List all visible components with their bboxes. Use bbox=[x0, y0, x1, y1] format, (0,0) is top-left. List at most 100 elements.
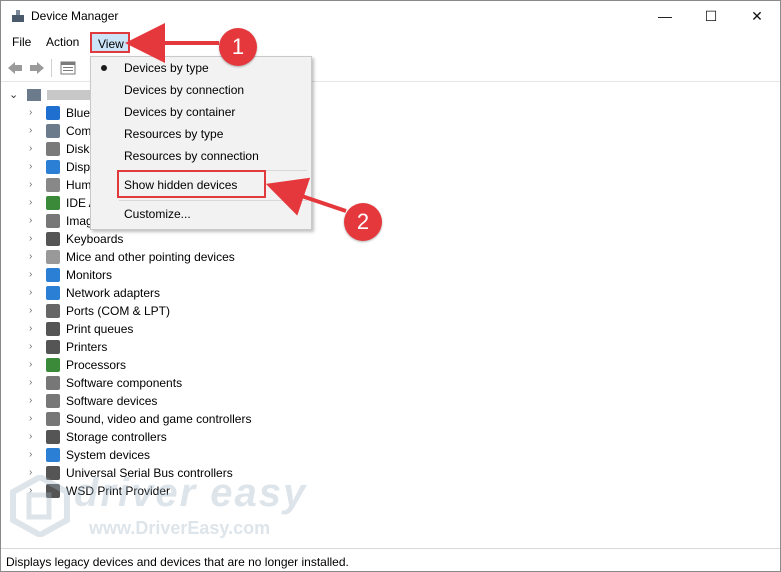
device-category-icon bbox=[46, 340, 60, 354]
tree-category-row[interactable]: › Mice and other pointing devices bbox=[1, 248, 321, 266]
device-category-icon bbox=[46, 358, 60, 372]
tree-category-label: Disp bbox=[66, 160, 91, 174]
chevron-right-icon[interactable]: › bbox=[29, 338, 39, 356]
tree-category-label: System devices bbox=[66, 448, 151, 462]
tree-category-label: Processors bbox=[66, 358, 127, 372]
device-category-icon bbox=[46, 250, 60, 264]
device-category-icon bbox=[46, 268, 60, 282]
chevron-right-icon[interactable]: › bbox=[29, 140, 39, 158]
tree-category-label: Sound, video and game controllers bbox=[66, 412, 252, 426]
chevron-right-icon[interactable]: › bbox=[29, 356, 39, 374]
device-category-icon bbox=[46, 214, 60, 228]
device-category-icon bbox=[46, 196, 60, 210]
status-bar: Displays legacy devices and devices that… bbox=[1, 548, 780, 571]
menu-item-resources-by-type[interactable]: Resources by type bbox=[124, 124, 223, 144]
menu-item-devices-by-type[interactable]: Devices by type bbox=[124, 58, 209, 78]
tree-category-label: Monitors bbox=[66, 268, 113, 282]
chevron-right-icon[interactable]: › bbox=[29, 266, 39, 284]
tree-category-label: Storage controllers bbox=[66, 430, 167, 444]
status-text: Displays legacy devices and devices that… bbox=[6, 555, 349, 569]
tree-category-label: Keyboards bbox=[66, 232, 124, 246]
step-2-badge: 2 bbox=[344, 203, 382, 241]
tree-category-label: Com bbox=[66, 124, 92, 138]
tree-category-label: Universal Serial Bus controllers bbox=[66, 466, 233, 480]
back-arrow-icon[interactable] bbox=[7, 60, 23, 76]
device-category-icon bbox=[46, 160, 60, 174]
minimize-button[interactable]: — bbox=[642, 1, 688, 31]
chevron-right-icon[interactable]: › bbox=[29, 410, 39, 428]
tree-category-label: Mice and other pointing devices bbox=[66, 250, 235, 264]
tree-category-label: Disk bbox=[66, 142, 90, 156]
device-category-icon bbox=[46, 376, 60, 390]
tree-category-row[interactable]: › WSD Print Provider bbox=[1, 482, 321, 500]
step-1-badge: 1 bbox=[219, 28, 257, 66]
forward-arrow-icon[interactable] bbox=[29, 60, 45, 76]
menu-item-resources-by-connection[interactable]: Resources by connection bbox=[124, 146, 259, 166]
menu-file[interactable]: File bbox=[12, 35, 31, 49]
tree-category-row[interactable]: › Printers bbox=[1, 338, 321, 356]
device-category-icon bbox=[46, 106, 60, 120]
device-category-icon bbox=[46, 430, 60, 444]
view-menu-dropdown: Devices by type Devices by connection De… bbox=[90, 56, 312, 230]
chevron-right-icon[interactable]: › bbox=[29, 464, 39, 482]
chevron-right-icon[interactable]: › bbox=[29, 230, 39, 248]
computer-icon bbox=[27, 89, 41, 101]
device-category-icon bbox=[46, 448, 60, 462]
device-manager-window: Device Manager — ☐ ✕ File Action Help Vi… bbox=[0, 0, 781, 572]
chevron-right-icon[interactable]: › bbox=[29, 302, 39, 320]
tree-category-row[interactable]: › Sound, video and game controllers bbox=[1, 410, 321, 428]
tree-category-row[interactable]: › Ports (COM & LPT) bbox=[1, 302, 321, 320]
chevron-right-icon[interactable]: › bbox=[29, 176, 39, 194]
title-bar: Device Manager — ☐ ✕ bbox=[1, 1, 780, 31]
chevron-right-icon[interactable]: › bbox=[29, 428, 39, 446]
properties-icon[interactable] bbox=[60, 60, 76, 76]
chevron-right-icon[interactable]: › bbox=[29, 104, 39, 122]
device-category-icon bbox=[46, 394, 60, 408]
tree-category-row[interactable]: › Network adapters bbox=[1, 284, 321, 302]
tree-category-row[interactable]: › Software devices bbox=[1, 392, 321, 410]
tree-category-label: Printers bbox=[66, 340, 108, 354]
tree-category-label: Ports (COM & LPT) bbox=[66, 304, 171, 318]
tree-category-row[interactable]: › Storage controllers bbox=[1, 428, 321, 446]
menu-help[interactable]: Help bbox=[138, 35, 163, 49]
tree-category-row[interactable]: › System devices bbox=[1, 446, 321, 464]
menu-action[interactable]: Action bbox=[46, 35, 79, 49]
chevron-right-icon[interactable]: › bbox=[29, 248, 39, 266]
menu-item-devices-by-connection[interactable]: Devices by connection bbox=[124, 80, 244, 100]
tree-category-label: Imag bbox=[66, 214, 93, 228]
device-category-icon bbox=[46, 412, 60, 426]
chevron-right-icon[interactable]: › bbox=[29, 284, 39, 302]
tree-category-label: Blue bbox=[66, 106, 91, 120]
toolbar-separator bbox=[51, 59, 52, 77]
chevron-right-icon[interactable]: › bbox=[29, 122, 39, 140]
chevron-right-icon[interactable]: › bbox=[29, 446, 39, 464]
maximize-button[interactable]: ☐ bbox=[688, 1, 734, 31]
tree-category-row[interactable]: › Universal Serial Bus controllers bbox=[1, 464, 321, 482]
chevron-right-icon[interactable]: › bbox=[29, 374, 39, 392]
device-category-icon bbox=[46, 178, 60, 192]
chevron-right-icon[interactable]: › bbox=[29, 212, 39, 230]
tree-category-label: Software devices bbox=[66, 394, 158, 408]
chevron-right-icon[interactable]: › bbox=[29, 194, 39, 212]
chevron-right-icon[interactable]: › bbox=[29, 320, 39, 338]
chevron-down-icon[interactable]: ⌄ bbox=[9, 86, 18, 104]
tree-category-row[interactable]: › Processors bbox=[1, 356, 321, 374]
menu-item-customize[interactable]: Customize... bbox=[124, 204, 191, 224]
chevron-right-icon[interactable]: › bbox=[29, 158, 39, 176]
tree-category-label: Hum bbox=[66, 178, 92, 192]
tree-category-row[interactable]: › Keyboards bbox=[1, 230, 321, 248]
device-category-icon bbox=[46, 322, 60, 336]
tree-category-label: Network adapters bbox=[66, 286, 161, 300]
tree-category-row[interactable]: › Software components bbox=[1, 374, 321, 392]
device-category-icon bbox=[46, 286, 60, 300]
chevron-right-icon[interactable]: › bbox=[29, 482, 39, 500]
close-button[interactable]: ✕ bbox=[734, 1, 780, 31]
tree-category-row[interactable]: › Print queues bbox=[1, 320, 321, 338]
tree-category-label: Print queues bbox=[66, 322, 134, 336]
menu-item-devices-by-container[interactable]: Devices by container bbox=[124, 102, 235, 122]
chevron-right-icon[interactable]: › bbox=[29, 392, 39, 410]
menu-view[interactable]: View bbox=[90, 32, 130, 53]
highlight-show-hidden-devices bbox=[117, 170, 266, 198]
device-category-icon bbox=[46, 304, 60, 318]
tree-category-row[interactable]: › Monitors bbox=[1, 266, 321, 284]
